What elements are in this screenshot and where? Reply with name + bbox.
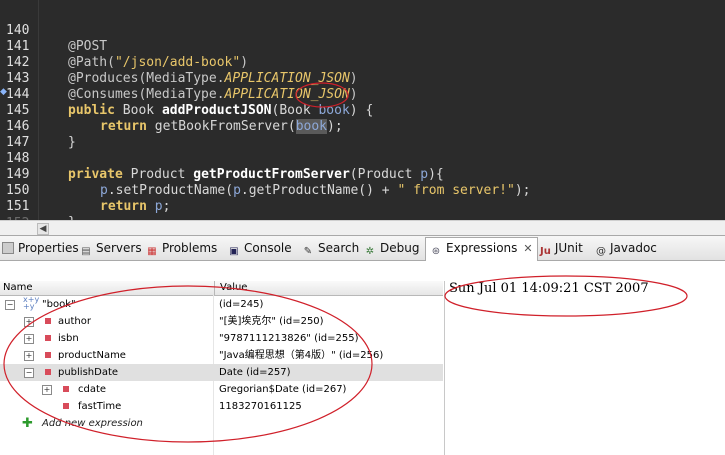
expand-icon[interactable]: + <box>24 317 34 327</box>
expand-icon[interactable]: + <box>24 351 34 361</box>
field-icon <box>63 403 69 409</box>
view-tab-bar: Properties ▤ Servers ▦ Problems ▣ Console ✎… <box>0 235 725 261</box>
expression-value: (id=245) <box>219 299 264 310</box>
tab-label: Javadoc <box>610 241 657 255</box>
code-line[interactable]: 147 <box>0 119 725 150</box>
field-icon <box>45 318 51 324</box>
field-name: author <box>58 316 91 327</box>
field-value: Gregorian$Date (id=267) <box>219 384 347 395</box>
column-header-name[interactable]: Name <box>3 281 33 295</box>
horizontal-scrollbar[interactable]: ◀ <box>35 220 725 235</box>
expressions-icon: ⊛ <box>431 246 441 257</box>
code-line[interactable]: 143 @Consumes(MediaType.APPLICATION_JSON… <box>0 55 725 102</box>
code-line-partial: 152 <box>0 200 725 220</box>
field-name: productName <box>58 350 126 361</box>
add-expression-row[interactable]: ✚ Add new expression <box>0 415 443 432</box>
debug-icon: ✲ <box>365 246 375 257</box>
collapse-icon[interactable]: − <box>5 300 15 310</box>
tab-label: Debug <box>380 241 420 255</box>
properties-icon <box>2 242 14 254</box>
code-line[interactable]: 150 return p; <box>0 167 725 214</box>
add-expression-label: Add new expression <box>42 418 143 429</box>
tab-label: Servers <box>96 241 142 255</box>
field-icon <box>45 352 51 358</box>
column-divider[interactable] <box>214 281 215 295</box>
code-editor[interactable]: ◆ 140 @POST 141 @Path("/json/add-book") … <box>0 0 725 220</box>
expand-icon[interactable]: + <box>42 385 52 395</box>
code-line[interactable]: 145 return getBookFromServer(book); <box>0 87 725 134</box>
field-name: publishDate <box>58 367 119 378</box>
junit-icon: Ju <box>540 246 551 257</box>
tree-row-publishDate[interactable]: − publishDate Date (id=257) <box>0 364 443 381</box>
servers-icon: ▤ <box>81 246 91 257</box>
collapse-icon[interactable]: − <box>24 368 34 378</box>
field-name: isbn <box>58 333 79 344</box>
tab-debug[interactable]: ✲ Debug <box>364 238 420 258</box>
tab-javadoc[interactable]: @ Javadoc <box>596 238 657 258</box>
field-icon <box>45 335 51 341</box>
tab-label: JUnit <box>554 241 583 255</box>
tab-label: Console <box>244 241 292 255</box>
column-header-value[interactable]: Value <box>220 281 247 295</box>
tree-row-fastTime[interactable]: fastTime 1183270161125 <box>0 398 443 415</box>
field-value: "[美]埃克尔" (id=250) <box>219 316 324 327</box>
field-icon <box>63 386 69 392</box>
code-line[interactable]: 141 @Path("/json/add-book") <box>0 23 725 70</box>
field-name: fastTime <box>78 401 122 412</box>
table-header: Name Value <box>0 281 443 296</box>
tab-expressions[interactable]: ⊛ Expressions ✕ <box>425 237 538 261</box>
close-tab-icon[interactable]: ✕ <box>523 242 532 255</box>
tab-servers[interactable]: ▤ Servers <box>80 238 142 258</box>
tree-row-author[interactable]: + author "[美]埃克尔" (id=250) <box>0 313 443 330</box>
code-line[interactable]: 140 @POST <box>0 7 725 54</box>
javadoc-icon: @ <box>596 246 606 257</box>
search-icon: ✎ <box>303 246 313 257</box>
console-icon: ▣ <box>229 246 239 257</box>
code-line[interactable]: 142 @Produces(MediaType.APPLICATION_JSON… <box>0 39 725 86</box>
tab-junit[interactable]: Ju JUnit <box>540 238 583 258</box>
tab-label: Problems <box>162 241 218 255</box>
code-line[interactable]: 148 private Product getProductFromServer… <box>0 135 725 182</box>
tab-label: Expressions <box>446 241 518 255</box>
tree-row-productName[interactable]: + productName "Java编程思想（第4版）" (id=256) <box>0 347 443 364</box>
field-value: 1183270161125 <box>219 401 302 412</box>
tab-label: Properties <box>18 241 79 255</box>
field-value: "9787111213826" (id=255) <box>219 333 359 344</box>
code-line[interactable]: 151 } <box>0 183 725 220</box>
field-value: Date (id=257) <box>219 367 291 378</box>
problems-icon: ▦ <box>147 246 157 257</box>
tree-row-cdate[interactable]: + cdate Gregorian$Date (id=267) <box>0 381 443 398</box>
tree-row-isbn[interactable]: + isbn "9787111213826" (id=255) <box>0 330 443 347</box>
scrollbar-corner <box>0 220 35 235</box>
variable-xy-icon: x+y +y <box>23 295 40 311</box>
scroll-left-arrow-icon[interactable]: ◀ <box>37 223 49 235</box>
code-line[interactable]: 146 } <box>0 103 725 150</box>
tab-console[interactable]: ▣ Console <box>228 238 292 258</box>
tab-label: Search <box>318 241 360 255</box>
field-icon <box>45 369 51 375</box>
detail-value-text: Sun Jul 01 14:09:21 CST 2007 <box>449 281 649 296</box>
tab-properties[interactable]: Properties <box>2 238 79 258</box>
tree-row-book[interactable]: − x+y +y "book" (id=245) <box>0 296 443 313</box>
expand-icon[interactable]: + <box>24 334 34 344</box>
code-line[interactable]: 144 public Book addProductJSON(Book book… <box>0 71 725 118</box>
field-value: "Java编程思想（第4版）" (id=256) <box>219 350 384 361</box>
add-plus-icon: ✚ <box>22 416 33 431</box>
tab-problems[interactable]: ▦ Problems <box>146 238 217 258</box>
field-name: cdate <box>78 384 107 395</box>
expression-name: "book" <box>42 299 76 310</box>
tab-search[interactable]: ✎ Search <box>302 238 359 258</box>
code-line[interactable]: 149 p.setProductName(p.getProductName() … <box>0 151 725 198</box>
expression-detail-pane[interactable]: Sun Jul 01 14:09:21 CST 2007 <box>444 281 725 455</box>
